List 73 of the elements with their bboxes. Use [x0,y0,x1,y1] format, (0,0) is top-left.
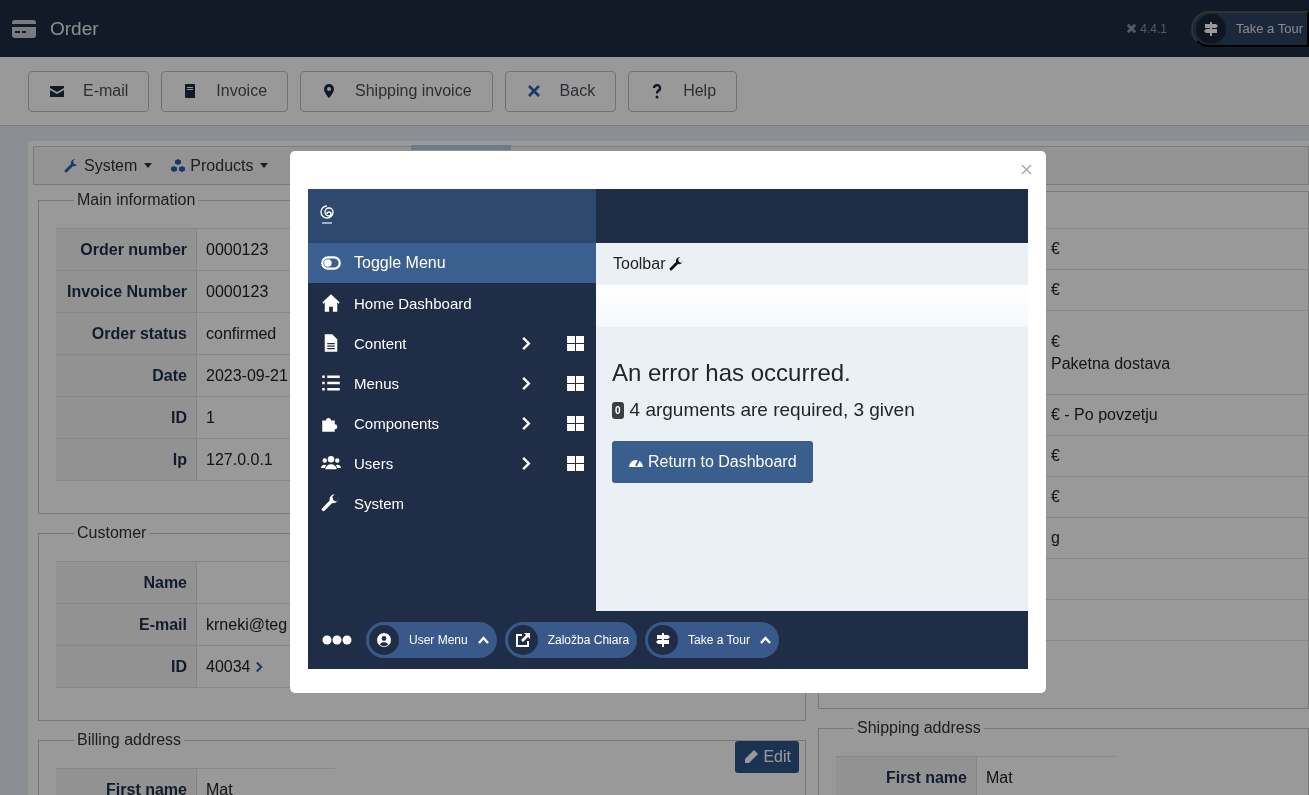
panel-legend: Billing address [74,731,185,749]
external-link-icon [514,632,531,648]
field-label: First name [56,768,197,795]
chevron-icon [521,375,531,391]
return-to-dashboard-button[interactable]: Return to Dashboard [612,441,813,483]
error-title: An error has occurred. [612,359,852,387]
field-label: Date [56,354,197,397]
field-label: First name [836,756,977,795]
more-icon[interactable] [322,635,352,645]
toolbar-button[interactable]: Shipping invoice [300,70,493,112]
panel-legend: Customer [74,524,150,542]
pencil-icon [743,749,760,765]
nav-menu[interactable]: System [64,156,153,175]
footer-menu-button[interactable]: User Menu [366,622,497,658]
cubes-icon [170,157,187,174]
toolbar-button[interactable]: E-mail [28,70,150,112]
dashboard-grid-icon[interactable] [567,335,584,351]
envelope-icon [49,83,65,99]
take-a-tour-button[interactable]: Take a Tour [1191,10,1309,47]
footer-menu-button[interactable]: Založba Chiara [504,622,638,658]
error-code-badge: 0 [612,401,624,419]
nav-menu[interactable]: Products [170,156,269,175]
chevron-icon [521,455,531,471]
close-icon [525,83,542,99]
chevron-icon[interactable] [254,660,263,673]
field-value: Paketna dostava [1051,353,1172,374]
joomla-logo-icon [1126,23,1138,34]
list-icon [320,373,342,393]
panel-legend: Main information [74,191,199,209]
credit-card-icon [12,19,36,38]
sidebar-item[interactable]: Toggle Menu [308,243,596,283]
chevron-icon [521,415,531,431]
field-value: € - Po povzetju [1051,405,1159,425]
signpost-icon [1203,20,1220,37]
field-label: Invoice Number [56,270,197,313]
panel-legend: Shipping address [854,719,984,737]
toolbar-label: Toolbar [613,255,666,273]
user-icon [376,632,392,648]
toolbar-button[interactable]: Back [504,70,617,112]
field-value: € [1051,446,1061,466]
field-value: g [1051,528,1061,548]
field-label: Order status [56,312,197,355]
sidebar-item[interactable]: System [308,483,596,523]
signpost-icon [655,632,672,648]
edit-button[interactable]: Edit [735,741,799,773]
error-message: 4 arguments are required, 3 given [629,399,915,421]
field-value: Mat [976,756,1115,795]
field-value: € [1051,239,1061,259]
field-label: ID [56,645,197,688]
caret-icon [144,163,153,168]
field-label: Order number [56,228,197,271]
dashboard-grid-icon[interactable] [567,375,584,391]
field-label: ID [56,396,197,439]
dashboard-grid-icon[interactable] [567,455,584,471]
field-value: € [1051,280,1061,300]
wrench-icon [64,157,80,174]
field-value: Mat [196,768,335,795]
footer-menu-button[interactable]: Take a Tour [645,622,779,658]
home-icon [320,293,342,313]
version-label: 4.4.1 [1140,21,1168,36]
field-label: Name [56,561,197,604]
toolbar-button[interactable]: Invoice [161,70,289,112]
toolbar-button[interactable]: Help [628,70,738,112]
wrench-icon [669,256,686,272]
toggle-icon [320,253,342,273]
field-value: € [1051,487,1061,507]
caret-icon [260,163,269,168]
chevron-icon [521,335,531,351]
dashboard-grid-icon[interactable] [567,415,584,431]
field-label: E-mail [56,603,197,646]
page-title: Order [50,17,99,40]
field-label: Ip [56,438,197,481]
field-value: € [1051,331,1061,352]
